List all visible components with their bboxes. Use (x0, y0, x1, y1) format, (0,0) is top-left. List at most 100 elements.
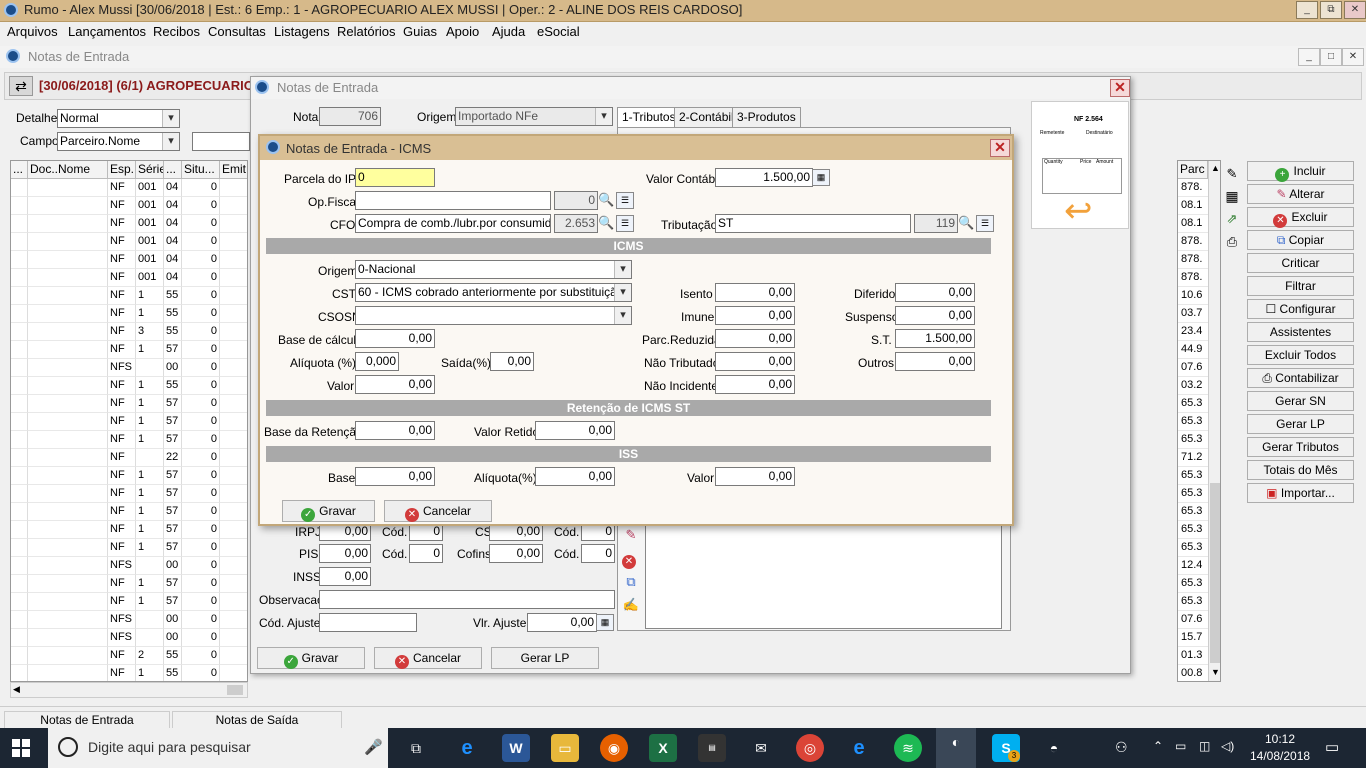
menu-listagens[interactable]: Listagens (274, 24, 330, 39)
table-row[interactable]: NF0010401 (11, 215, 247, 233)
file-explorer-icon[interactable]: ▭ (551, 734, 579, 762)
opfiscal-field[interactable] (355, 191, 551, 210)
menu-esocial[interactable]: eSocial (537, 24, 580, 39)
mdi-maximize-button[interactable]: □ (1320, 48, 1342, 66)
table-row[interactable]: NF15501 (11, 305, 247, 323)
delete-icon[interactable]: ✕ (622, 551, 640, 569)
table-row[interactable]: NF0010401 (11, 269, 247, 287)
scroll-left-icon[interactable]: ◀ (13, 684, 20, 695)
copiar-button[interactable]: ⧉ Copiar (1247, 230, 1354, 250)
scroll-thumb[interactable] (1210, 483, 1220, 663)
tributacao-field[interactable]: ST (715, 214, 911, 233)
rumo-app-icon[interactable]: ◐ (936, 728, 976, 768)
menu-recibos[interactable]: Recibos (153, 24, 200, 39)
menu-arquivos[interactable]: Arquivos (7, 24, 58, 39)
copy-icon[interactable]: ⧉ (622, 574, 640, 592)
base-retencao-field[interactable]: 0,00 (355, 421, 435, 440)
search-icon[interactable]: 🔍 (958, 215, 974, 232)
outros-field[interactable]: 0,00 (895, 352, 975, 371)
origem-select[interactable]: Importado NFe (455, 107, 613, 126)
iss-base-field[interactable]: 0,00 (355, 467, 435, 486)
base-calculo-field[interactable]: 0,00 (355, 329, 435, 348)
tab-contabil[interactable]: 2-Contábil (674, 107, 739, 127)
tributacao-code[interactable]: 119 (914, 214, 958, 233)
opfiscal-code[interactable]: 0 (554, 191, 598, 210)
grid-icon[interactable]: ▦ (1223, 188, 1241, 206)
spotify-icon[interactable]: ≋ (894, 734, 922, 762)
table-row[interactable]: NF15701 (11, 539, 247, 557)
microphone-icon[interactable]: 🎤 (364, 738, 383, 756)
excluir-todos-button[interactable]: Excluir Todos (1247, 345, 1354, 365)
windows-start-icon[interactable] (12, 739, 30, 757)
scroll-down-icon[interactable]: ▼ (1211, 667, 1220, 677)
calculator-icon[interactable]: ▦ (596, 614, 614, 631)
scroll-thumb[interactable] (227, 685, 243, 695)
table-row[interactable]: NF15701 (11, 593, 247, 611)
col-header[interactable]: Esp. (108, 161, 136, 179)
alterar-button[interactable]: ✎ Alterar (1247, 184, 1354, 204)
contabilizar-button[interactable]: ⎙ Contabilizar (1247, 368, 1354, 388)
nota-field[interactable]: 706 (319, 107, 381, 126)
iss-aliquota-field[interactable]: 0,00 (535, 467, 615, 486)
imune-field[interactable]: 0,00 (715, 306, 795, 325)
volume-icon[interactable]: ◁) (1221, 739, 1234, 753)
suspenso-field[interactable]: 0,00 (895, 306, 975, 325)
table-row[interactable]: NFS0001 (11, 629, 247, 647)
diferido-field[interactable]: 0,00 (895, 283, 975, 302)
origem-select[interactable]: 0-Nacional (355, 260, 632, 279)
table-row[interactable]: NF15701 (11, 467, 247, 485)
detalhe-select[interactable]: Normal (57, 109, 180, 128)
chrome-icon[interactable]: ◎ (796, 734, 824, 762)
col-header[interactable]: Parc (1178, 161, 1208, 179)
icms-close-button[interactable]: ✕ (990, 139, 1010, 157)
col-header[interactable]: Emit... (220, 161, 247, 179)
table-row[interactable]: NF 2201 (11, 449, 247, 467)
cod-ajuste-field[interactable] (319, 613, 417, 632)
table-row[interactable]: NF15501 (11, 377, 247, 395)
table-row[interactable]: NF0010401 (11, 197, 247, 215)
cfo-field[interactable]: Compra de comb./lubr.por consumidor ou (355, 214, 551, 233)
assistentes-button[interactable]: Assistentes (1247, 322, 1354, 342)
table-row[interactable]: NF15701 (11, 431, 247, 449)
excel-icon[interactable]: X (649, 734, 677, 762)
list-icon[interactable]: ☰ (616, 192, 634, 209)
iss-valor-field[interactable]: 0,00 (715, 467, 795, 486)
mdi-close-button[interactable]: ✕ (1342, 48, 1364, 66)
table-row[interactable]: NF0010401 (11, 179, 247, 197)
dlg1-gerar-lp-button[interactable]: Gerar LP (491, 647, 599, 669)
inss-field[interactable]: 0,00 (319, 567, 371, 586)
isento-field[interactable]: 0,00 (715, 283, 795, 302)
people-icon[interactable]: ⚇ (1115, 739, 1128, 756)
menu-relatorios[interactable]: Relatórios (337, 24, 396, 39)
scroll-up-icon[interactable]: ▲ (1211, 163, 1220, 173)
csosn-select[interactable] (355, 306, 632, 325)
app-icon[interactable]: ▤ (698, 734, 726, 762)
col-header[interactable]: Série (136, 161, 164, 179)
cofins-field[interactable]: 0,00 (489, 544, 543, 563)
table-row[interactable]: NF15501 (11, 287, 247, 305)
parc-reduzida-field[interactable]: 0,00 (715, 329, 795, 348)
col-header[interactable]: Doc..Nome (28, 161, 108, 179)
menu-consultas[interactable]: Consultas (208, 24, 266, 39)
table-row[interactable]: NF15701 (11, 575, 247, 593)
aliquota-field[interactable]: 0,000 (355, 352, 399, 371)
table-row[interactable]: NF15701 (11, 503, 247, 521)
table-row[interactable]: NFS0000 (11, 611, 247, 629)
helmet-app-icon[interactable]: ◓ (1040, 734, 1068, 762)
grid-vscrollbar[interactable]: ▲ ▼ (1208, 161, 1220, 681)
pis-cod-field[interactable]: 0 (409, 544, 443, 563)
export-icon[interactable]: ⇗ (1223, 211, 1241, 229)
ajustes-list[interactable] (645, 525, 1002, 629)
table-row[interactable]: NFS0001 (11, 359, 247, 377)
swap-arrows-icon[interactable]: ⇄ (9, 76, 33, 96)
icms-gravar-button[interactable]: ✓ Gravar (282, 500, 375, 522)
mail-icon[interactable]: ✉ (747, 734, 775, 762)
firefox-icon[interactable]: ◉ (600, 734, 628, 762)
filtrar-button[interactable]: Filtrar (1247, 276, 1354, 296)
network-icon[interactable]: ◫ (1199, 739, 1210, 753)
tab-produtos[interactable]: 3-Produtos (732, 107, 801, 127)
clock-time[interactable]: 10:12 (1250, 732, 1310, 746)
tab-notas-entrada[interactable]: Notas de Entrada (4, 711, 170, 729)
filter-value-input[interactable] (192, 132, 250, 151)
incluir-button[interactable]: + Incluir (1247, 161, 1354, 182)
